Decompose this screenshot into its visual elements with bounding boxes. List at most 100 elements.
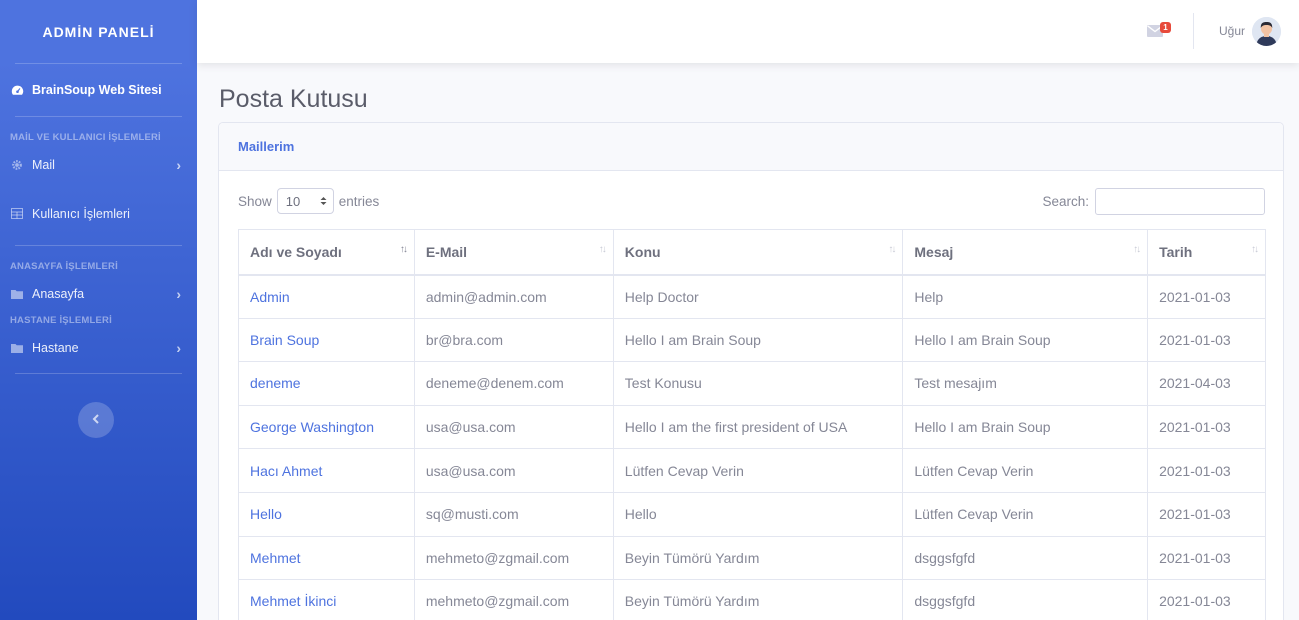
- cell-date: 2021-04-03: [1147, 361, 1266, 406]
- sidebar-heading-hospital: HASTANE İŞLEMLERİ: [10, 315, 112, 326]
- sidebar-item-label: Hastane: [32, 341, 79, 355]
- cell-name[interactable]: Hello: [238, 491, 415, 537]
- cell-name[interactable]: Hacı Ahmet: [238, 448, 415, 493]
- sidebar-item-users[interactable]: Kullanıcı İşlemleri: [0, 182, 197, 245]
- cell-email: mehmeto@zgmail.com: [413, 579, 614, 620]
- cell-subject: Lütfen Cevap Verin: [612, 448, 904, 493]
- column-header-label: Adı ve Soyadı: [250, 243, 342, 260]
- cell-date: 2021-01-03: [1147, 491, 1266, 537]
- cell-subject: Hello I am Brain Soup: [612, 317, 904, 363]
- cell-message: Help: [902, 274, 1149, 319]
- cell-email: usa@usa.com: [413, 404, 614, 450]
- cell-email: sq@musti.com: [413, 491, 614, 537]
- mail-table: Adı ve Soyadı ↑↓ E-Mail ↑↓ Konu ↑↓ Mesaj…: [238, 229, 1266, 620]
- cell-email: admin@admin.com: [413, 274, 614, 319]
- cell-subject: Help Doctor: [612, 274, 904, 319]
- mail-count-badge: 1: [1160, 22, 1171, 33]
- cell-name[interactable]: George Washington: [238, 404, 415, 450]
- column-header-subject[interactable]: Konu ↑↓: [612, 229, 904, 276]
- column-header-label: Mesaj: [914, 243, 954, 260]
- folder-icon: [10, 341, 24, 355]
- cell-date: 2021-01-03: [1147, 448, 1266, 493]
- sidebar-item-hospital[interactable]: Hastane ›: [0, 331, 197, 365]
- sidebar-item-label: Mail: [32, 158, 55, 172]
- chevron-right-icon: ›: [176, 286, 181, 302]
- cell-date: 2021-01-03: [1147, 535, 1266, 581]
- column-header-message[interactable]: Mesaj ↑↓: [902, 229, 1149, 276]
- cell-subject: Hello: [612, 491, 904, 537]
- card-header: Maillerim: [219, 123, 1283, 171]
- column-header-date[interactable]: Tarih ↑↓: [1147, 229, 1266, 276]
- entries-label: entries: [338, 193, 380, 209]
- chevron-right-icon: ›: [176, 340, 181, 356]
- cell-message: Hello I am Brain Soup: [902, 404, 1149, 450]
- table-header-row: Adı ve Soyadı ↑↓ E-Mail ↑↓ Konu ↑↓ Mesaj…: [238, 229, 1266, 276]
- gear-icon: [10, 158, 24, 172]
- cell-message: Lütfen Cevap Verin: [902, 448, 1149, 493]
- table-icon: [10, 207, 24, 221]
- sidebar-brand[interactable]: ADMİN PANELİ: [0, 0, 197, 63]
- topbar-divider: [1193, 13, 1194, 49]
- sidebar-item-website[interactable]: BrainSoup Web Sitesi: [0, 64, 197, 116]
- sort-icon: ↑↓: [1133, 244, 1141, 255]
- search-input[interactable]: [1095, 188, 1265, 215]
- cell-email: deneme@denem.com: [413, 361, 614, 406]
- cell-message: Test mesajım: [902, 361, 1149, 406]
- cell-date: 2021-01-03: [1147, 274, 1266, 319]
- cell-subject: Hello I am the first president of USA: [612, 404, 904, 450]
- user-name[interactable]: Uğur: [1219, 24, 1245, 38]
- cell-message: Lütfen Cevap Verin: [902, 491, 1149, 537]
- show-label: Show: [238, 193, 272, 209]
- table-row: Hacı Ahmet usa@usa.com Lütfen Cevap Veri…: [238, 448, 1266, 493]
- sidebar-divider: [15, 245, 182, 246]
- mail-card: Maillerim Show 10 entries Search: Adı ve…: [218, 122, 1284, 620]
- table-row: Brain Soup br@bra.com Hello I am Brain S…: [238, 317, 1266, 363]
- cell-date: 2021-01-03: [1147, 317, 1266, 363]
- table-row: Mehmet İkinci mehmeto@zgmail.com Beyin T…: [238, 579, 1266, 620]
- cell-subject: Beyin Tümörü Yardım: [612, 535, 904, 581]
- cell-name[interactable]: deneme: [238, 361, 415, 406]
- table-row: deneme deneme@denem.com Test Konusu Test…: [238, 361, 1266, 406]
- cell-email: mehmeto@zgmail.com: [413, 535, 614, 581]
- cell-date: 2021-01-03: [1147, 579, 1266, 620]
- entries-select[interactable]: 10: [276, 188, 334, 214]
- sidebar-item-label: Kullanıcı İşlemleri: [32, 206, 130, 221]
- sidebar-divider: [15, 116, 182, 117]
- cell-name[interactable]: Admin: [238, 274, 415, 319]
- cell-message: dsggsfgfd: [902, 579, 1149, 620]
- select-arrows-icon: [320, 194, 327, 209]
- cell-name[interactable]: Mehmet: [238, 535, 415, 581]
- column-header-name[interactable]: Adı ve Soyadı ↑↓: [238, 229, 415, 276]
- sidebar-item-label: Anasayfa: [32, 287, 85, 301]
- table-search: Search:: [1042, 188, 1265, 215]
- dashboard-icon: [10, 83, 24, 97]
- folder-icon: [10, 287, 24, 301]
- entries-length-control: Show 10 entries: [238, 188, 379, 214]
- cell-subject: Beyin Tümörü Yardım: [612, 579, 904, 620]
- table-row: Admin admin@admin.com Help Doctor Help 2…: [238, 274, 1266, 319]
- cell-date: 2021-01-03: [1147, 404, 1266, 450]
- cell-email: br@bra.com: [413, 317, 614, 363]
- column-header-email[interactable]: E-Mail ↑↓: [413, 229, 614, 276]
- column-header-label: E-Mail: [425, 243, 468, 260]
- sidebar-item-home[interactable]: Anasayfa ›: [0, 277, 197, 311]
- cell-message: Hello I am Brain Soup: [902, 317, 1149, 363]
- cell-name[interactable]: Mehmet İkinci: [238, 579, 415, 620]
- table-row: George Washington usa@usa.com Hello I am…: [238, 404, 1266, 450]
- sort-icon: ↑↓: [1251, 244, 1259, 255]
- cell-subject: Test Konusu: [612, 361, 904, 406]
- table-row: Hello sq@musti.com Hello Lütfen Cevap Ve…: [238, 491, 1266, 537]
- sidebar-toggle-button[interactable]: [78, 402, 114, 438]
- table-row: Mehmet mehmeto@zgmail.com Beyin Tümörü Y…: [238, 535, 1266, 581]
- page-title: Posta Kutusu: [219, 85, 368, 113]
- sort-icon: ↑↓: [399, 244, 408, 255]
- avatar[interactable]: [1252, 17, 1281, 46]
- sidebar-item-label: BrainSoup Web Sitesi: [32, 83, 162, 97]
- chevron-left-icon: [92, 411, 100, 429]
- topbar: 1 Uğur: [197, 0, 1299, 63]
- sidebar-heading-home: ANASAYFA İŞLEMLERİ: [10, 261, 118, 272]
- column-header-label: Tarih: [1159, 243, 1193, 260]
- cell-email: usa@usa.com: [413, 448, 614, 493]
- cell-name[interactable]: Brain Soup: [238, 317, 415, 363]
- sidebar-item-mail[interactable]: Mail ›: [0, 148, 197, 182]
